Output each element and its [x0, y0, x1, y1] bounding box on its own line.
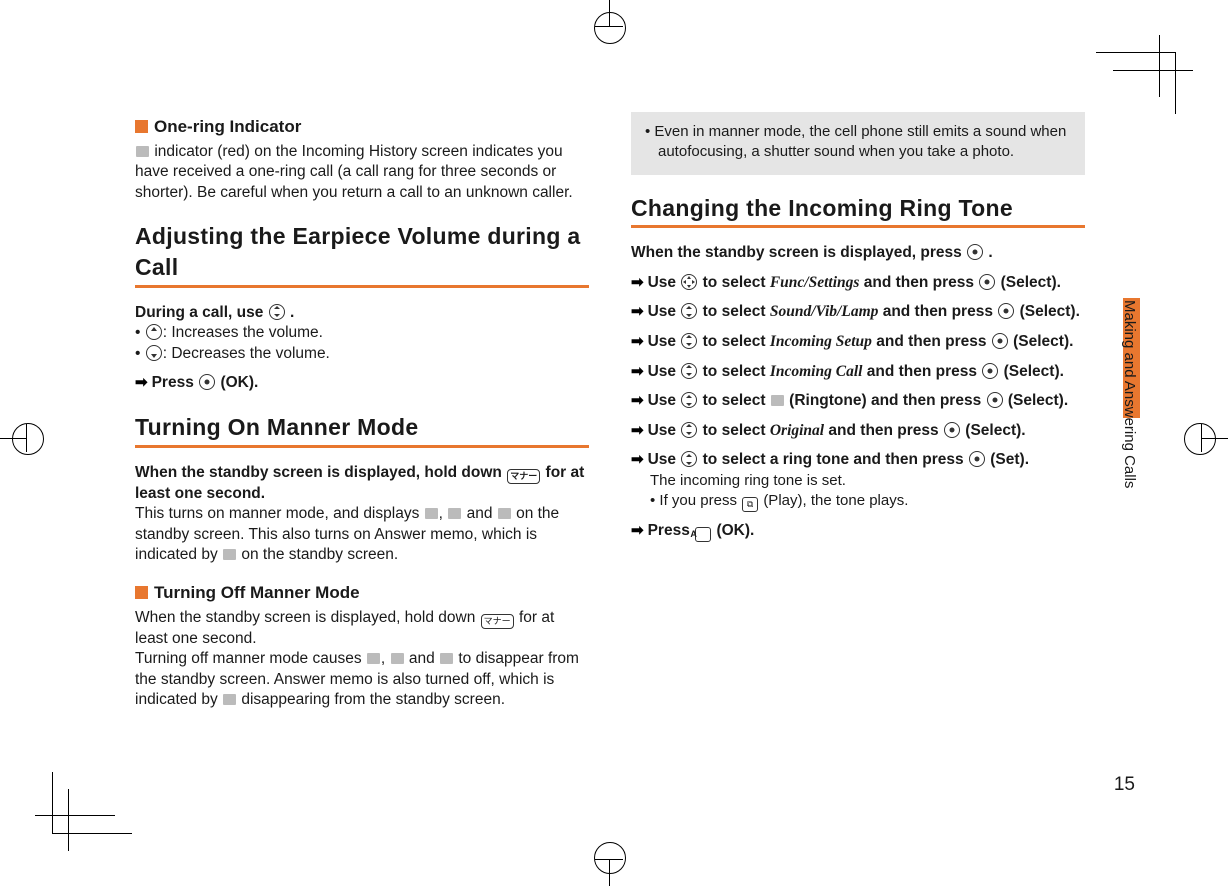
vibrate-icon [448, 508, 461, 519]
subheading-off-manner: Turning Off Manner Mode [135, 582, 589, 605]
body-text: The incoming ring tone is set. [650, 471, 1085, 491]
down-key-icon [146, 345, 162, 361]
body-text: This turns on manner mode, and displays … [135, 504, 589, 566]
column-right: • Even in manner mode, the cell phone st… [631, 112, 1085, 792]
center-key-icon [998, 303, 1014, 319]
ringtone-icon [771, 395, 784, 406]
step: Use to select (Ringtone) and then press … [631, 391, 1085, 412]
side-section-label: Making and Answering Calls [1121, 300, 1138, 488]
mute-icon [440, 653, 453, 664]
updown-key-icon [269, 304, 285, 320]
step: Use to select Original and then press (S… [631, 421, 1085, 442]
lead-text: When the standby screen is displayed, ho… [135, 463, 589, 505]
updown-key-icon [681, 303, 697, 319]
lead-text: When the standby screen is displayed, pr… [631, 243, 1085, 264]
vibrate-icon [391, 653, 404, 664]
step: Press A (OK). [631, 521, 1085, 542]
square-bullet-icon [135, 586, 148, 599]
softkey-icon: ⧉ [742, 497, 758, 512]
answer-memo-icon [223, 694, 236, 705]
page-columns: One-ring Indicator indicator (red) on th… [135, 112, 1085, 792]
up-key-icon [146, 324, 162, 340]
heading-adjust-volume: Adjusting the Earpiece Volume during a C… [135, 221, 589, 290]
square-bullet-icon [135, 120, 148, 133]
center-key-icon [987, 392, 1003, 408]
body-text: Turning off manner mode causes , and to … [135, 649, 589, 711]
center-key-icon [992, 333, 1008, 349]
note-box: • Even in manner mode, the cell phone st… [631, 112, 1085, 175]
step: Use to select Incoming Call and then pre… [631, 362, 1085, 383]
manner-icon [367, 653, 380, 664]
subheading-one-ring: One-ring Indicator [135, 116, 589, 139]
updown-key-icon [681, 363, 697, 379]
updown-key-icon [681, 392, 697, 408]
center-key-icon [967, 244, 983, 260]
heading-manner-mode: Turning On Manner Mode [135, 412, 589, 451]
dpad-icon [681, 274, 697, 290]
step: Use to select Sound/Vib/Lamp and then pr… [631, 302, 1085, 323]
center-key-icon [969, 451, 985, 467]
updown-key-icon [681, 451, 697, 467]
answer-memo-icon [223, 549, 236, 560]
page-number: 15 [1114, 774, 1135, 796]
body-text: • If you press ⧉ (Play), the tone plays. [650, 491, 1085, 512]
center-key-icon [199, 374, 215, 390]
heading-change-ring-tone: Changing the Incoming Ring Tone [631, 193, 1085, 232]
column-left: One-ring Indicator indicator (red) on th… [135, 112, 589, 792]
step: Use to select Incoming Setup and then pr… [631, 332, 1085, 353]
step: Press (OK). [135, 373, 589, 394]
lead-text: During a call, use . [135, 303, 589, 324]
center-key-icon [979, 274, 995, 290]
body-text: indicator (red) on the Incoming History … [135, 142, 589, 204]
manner-icon [425, 508, 438, 519]
mute-icon [498, 508, 511, 519]
manner-key-icon: マナー [507, 469, 540, 484]
body-text: • : Increases the volume. [135, 323, 589, 344]
step: Use to select Func/Settings and then pre… [631, 273, 1085, 294]
center-key-icon [982, 363, 998, 379]
body-text: • : Decreases the volume. [135, 344, 589, 365]
center-key-icon [944, 422, 960, 438]
manner-key-icon: マナー [481, 614, 514, 629]
updown-key-icon [681, 422, 697, 438]
indicator-icon [136, 146, 149, 157]
body-text: When the standby screen is displayed, ho… [135, 608, 589, 650]
step: Use to select a ring tone and then press… [631, 450, 1085, 471]
softkey-icon: A [695, 527, 711, 542]
updown-key-icon [681, 333, 697, 349]
